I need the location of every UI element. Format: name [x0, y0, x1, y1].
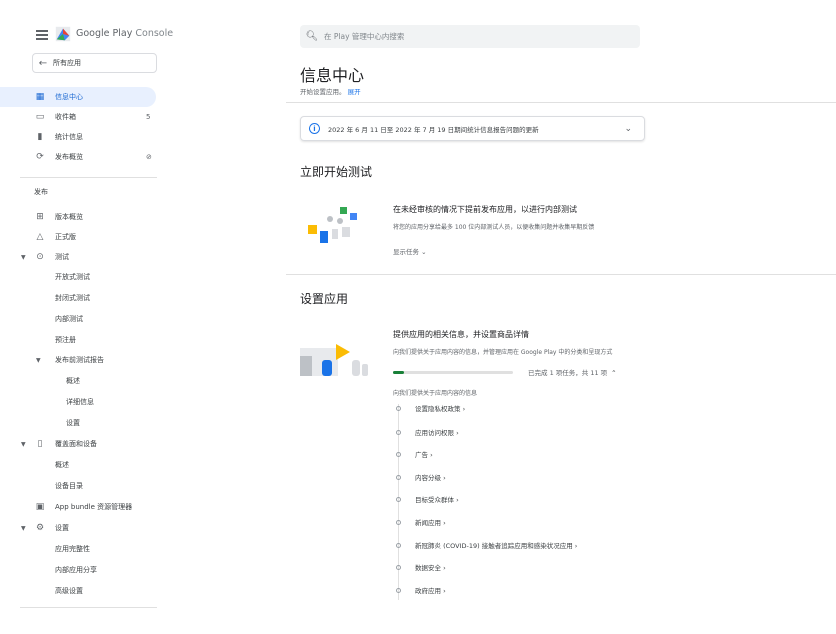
- play-console-logo: [55, 26, 71, 42]
- expand-link[interactable]: 展开: [348, 88, 361, 96]
- chevron-down-icon[interactable]: ⌄: [624, 124, 632, 134]
- header-divider: [286, 102, 836, 103]
- setup-task-label: 目标受众群体 ›: [415, 496, 459, 504]
- search-placeholder: 在 Play 管理中心内搜索: [324, 32, 405, 41]
- inbox-count-badge: 5: [146, 113, 151, 121]
- sidebar-item-dashboard[interactable]: ▦ 信息中心: [0, 87, 156, 107]
- caret-down-icon: ▼: [21, 440, 26, 448]
- task-status-circle-icon: [396, 519, 401, 525]
- setup-card-title: 提供应用的相关信息，并设置商品详情: [393, 330, 529, 339]
- setup-task-item[interactable]: 广告 ›: [396, 448, 433, 460]
- page-title: 信息中心: [300, 66, 365, 85]
- setup-task-item[interactable]: 设置隐私权政策 ›: [396, 402, 465, 414]
- task-status-circle-icon: [396, 587, 401, 593]
- task-status-circle-icon: [396, 405, 401, 411]
- setup-task-label: 广告 ›: [415, 451, 433, 459]
- setup-illustration: [300, 344, 368, 376]
- sidebar: Google Play Console ← 所有应用 ▦ 信息中心 ▭ 收件箱 …: [0, 0, 173, 634]
- task-status-circle-icon: [396, 542, 401, 548]
- setup-progress-text[interactable]: 已完成 1 项任务，共 11 项 ⌃: [528, 367, 617, 377]
- setup-task-label: 应用访问权限 ›: [415, 429, 459, 437]
- testing-card-desc: 将您的应用分享给最多 100 位内部测试人员，以便收集问题并收集早期反馈: [393, 224, 595, 231]
- setup-heading: 设置应用: [300, 292, 349, 306]
- devices-chart-icon: ▯: [37, 439, 43, 449]
- task-status-circle-icon: [396, 474, 401, 480]
- info-icon: i: [309, 123, 320, 134]
- task-status-circle-icon: [396, 564, 401, 570]
- section-divider: [286, 274, 836, 275]
- testing-card-title: 在未经审核的情况下提前发布应用，以进行内部测试: [393, 205, 577, 214]
- setup-task-item[interactable]: 目标受众群体 ›: [396, 493, 459, 505]
- sidebar-divider: [20, 607, 157, 608]
- setup-task-item[interactable]: 政府应用 ›: [396, 584, 446, 596]
- search-icon: 🔍︎: [305, 31, 319, 42]
- caret-down-icon: ▼: [21, 253, 26, 261]
- testing-heading: 立即开始测试: [300, 165, 373, 179]
- setup-task-item[interactable]: 数据安全 ›: [396, 561, 446, 573]
- setup-task-item[interactable]: 新冠肺炎 (COVID-19) 接触者追踪应用和感染状况应用 ›: [396, 539, 577, 551]
- gear-icon: ⚙: [35, 523, 45, 533]
- setup-progress-fill: [393, 371, 404, 374]
- setup-progress-bar: [393, 371, 513, 374]
- testing-illustration: [308, 207, 357, 243]
- dashboard-icon: ▦: [35, 92, 45, 102]
- setup-task-label: 新冠肺炎 (COVID-19) 接触者追踪应用和感染状况应用 ›: [415, 542, 578, 550]
- setup-task-label: 新闻应用 ›: [415, 519, 446, 527]
- sidebar-divider: [20, 177, 157, 178]
- menu-icon[interactable]: [36, 30, 48, 40]
- setup-task-label: 数据安全 ›: [415, 564, 446, 572]
- section-label-release: 发布: [34, 188, 48, 196]
- task-status-circle-icon: [396, 429, 401, 435]
- setup-task-label: 政府应用 ›: [415, 587, 446, 595]
- grid-icon: ⊞: [36, 212, 44, 222]
- setup-task-item[interactable]: 应用访问权限 ›: [396, 426, 459, 438]
- tasks-heading: 向我们提供关于应用内容的信息: [393, 390, 478, 397]
- caret-down-icon: ▼: [36, 356, 41, 364]
- bundle-icon: ▣: [35, 502, 45, 512]
- caret-down-icon: ▼: [21, 524, 26, 532]
- setup-task-label: 内容分级 ›: [415, 474, 446, 482]
- notice-text: 2022 年 6 月 11 日至 2022 年 7 月 19 日期间统计信息报告…: [328, 125, 539, 134]
- task-status-circle-icon: [396, 496, 401, 502]
- show-tasks-toggle[interactable]: 显示任务 ⌄: [393, 246, 427, 256]
- setup-task-item[interactable]: 新闻应用 ›: [396, 516, 446, 528]
- inbox-icon: ▭: [35, 112, 45, 122]
- publish-overview-icon: ⟳: [36, 152, 44, 162]
- setup-card-desc: 向我们提供关于应用内容的信息，并管理应用在 Google Play 中的分类和呈…: [393, 349, 613, 356]
- brand-title: Google Play Console: [76, 28, 174, 39]
- back-arrow-icon: ←: [38, 57, 48, 69]
- chevron-down-icon: ⌄: [421, 248, 427, 256]
- sync-off-icon: ⊘: [146, 153, 152, 161]
- chevron-up-icon: ⌃: [611, 369, 617, 377]
- bar-chart-icon: ▮: [37, 132, 43, 142]
- all-apps-button[interactable]: ← 所有应用: [32, 53, 157, 73]
- play-circle-icon: ⊙: [36, 252, 44, 262]
- warning-icon: △: [36, 232, 44, 242]
- setup-task-item[interactable]: 内容分级 ›: [396, 471, 446, 483]
- setup-task-label: 设置隐私权政策 ›: [415, 405, 466, 413]
- update-notice[interactable]: i 2022 年 6 月 11 日至 2022 年 7 月 19 日期间统计信息…: [300, 116, 645, 141]
- page-subtitle: 开始设置应用。 展开: [300, 88, 361, 96]
- task-status-circle-icon: [396, 451, 401, 457]
- search-bar[interactable]: 🔍︎ 在 Play 管理中心内搜索: [300, 25, 640, 48]
